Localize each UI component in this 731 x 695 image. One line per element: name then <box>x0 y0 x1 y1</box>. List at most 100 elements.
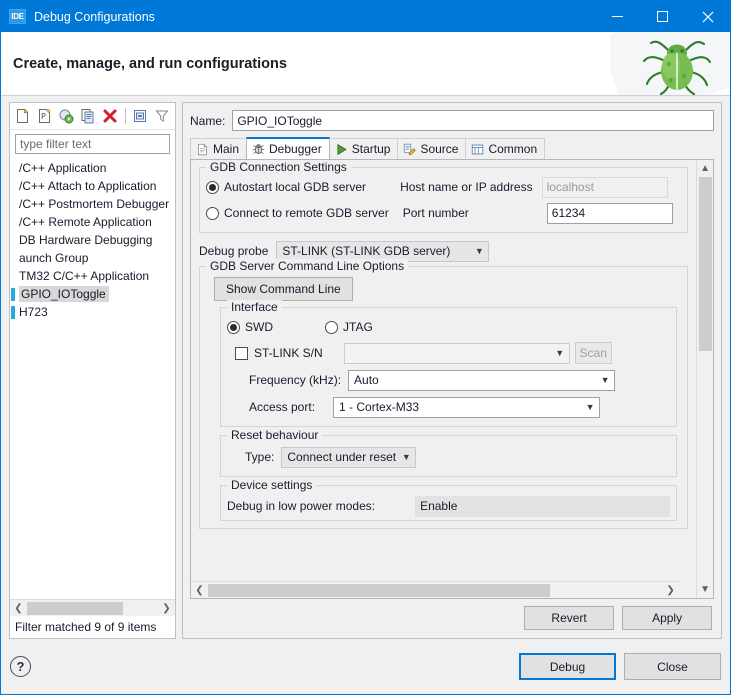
show-command-line-label: Show Command Line <box>226 282 341 296</box>
new-prototype-button[interactable]: P <box>35 106 55 127</box>
name-label: Name: <box>190 113 226 128</box>
reset-behaviour-label: Reset behaviour <box>227 428 323 442</box>
scroll-left-icon[interactable]: ❮ <box>10 600 27 617</box>
tab-main-label: Main <box>213 142 240 156</box>
filter-button[interactable] <box>152 106 172 127</box>
bug-icon <box>252 143 265 154</box>
scroll-right-icon[interactable]: ❯ <box>662 582 679 599</box>
frequency-select[interactable]: Auto ▼ <box>348 369 616 391</box>
low-power-select[interactable]: Enable <box>415 495 671 517</box>
filter-icon <box>155 110 169 122</box>
content-hscroll-track[interactable] <box>208 582 662 599</box>
svg-text:P: P <box>41 112 46 121</box>
scan-button[interactable]: Scan <box>574 342 612 364</box>
tree-item-h723[interactable]: H723 <box>10 303 175 321</box>
revert-label: Revert <box>551 611 587 625</box>
scroll-down-icon[interactable]: ▼ <box>697 581 713 598</box>
new-launch-group-button[interactable] <box>56 106 76 127</box>
tree-hscroll-track[interactable] <box>27 600 158 617</box>
new-prototype-icon: P <box>38 109 51 123</box>
content-vertical-scrollbar[interactable]: ▲ ▼ <box>696 160 714 598</box>
window-title: Debug Configurations <box>34 9 155 24</box>
scroll-up-icon[interactable]: ▲ <box>697 160 713 177</box>
autostart-local-gdb-radio[interactable] <box>206 180 219 194</box>
chevron-down-icon: ▼ <box>585 402 595 412</box>
swd-radio[interactable] <box>227 320 240 334</box>
stlink-sn-checkbox[interactable] <box>235 346 248 360</box>
tree-toolbar: P <box>10 103 175 130</box>
frequency-label: Frequency (kHz): <box>249 373 342 387</box>
toolbar-separator <box>124 108 126 124</box>
tree-item[interactable]: TM32 C/C++ Application <box>10 267 175 285</box>
tree-item[interactable]: /C++ Application <box>10 159 175 177</box>
tree-item-label: /C++ Postmortem Debugger <box>19 197 170 211</box>
content-hscroll-thumb[interactable] <box>208 583 550 597</box>
help-button[interactable]: ? <box>10 656 31 677</box>
configurations-tree[interactable]: /C++ Application /C++ Attach to Applicat… <box>10 156 175 599</box>
scroll-right-icon[interactable]: ❯ <box>158 600 175 617</box>
interface-group: Interface SWD JTAG ST-LINK S/N ▼ Scan Fr… <box>220 300 678 427</box>
swd-label: SWD <box>245 320 273 334</box>
revert-button[interactable]: Revert <box>524 606 615 630</box>
content-vscroll-track[interactable] <box>697 177 713 581</box>
scroll-left-icon[interactable]: ❮ <box>191 582 208 599</box>
reset-type-select[interactable]: Connect under reset ▼ <box>281 446 417 468</box>
access-port-select[interactable]: 1 - Cortex-M33 ▼ <box>333 396 601 418</box>
close-label: Close <box>657 659 688 674</box>
tab-source[interactable]: Source <box>397 138 467 159</box>
tree-item[interactable]: /C++ Postmortem Debugger <box>10 195 175 213</box>
debug-probe-value: ST-LINK (ST-LINK GDB server) <box>282 244 451 258</box>
scan-label: Scan <box>579 346 607 360</box>
tab-common-label: Common <box>488 142 538 156</box>
debug-button[interactable]: Debug <box>519 653 616 680</box>
bug-icon <box>642 40 712 95</box>
minimize-button[interactable] <box>595 1 640 32</box>
tab-main[interactable]: Main <box>190 138 248 159</box>
delete-button[interactable] <box>100 106 120 127</box>
filter-input[interactable]: type filter text <box>15 134 170 154</box>
close-button[interactable]: Close <box>624 653 721 680</box>
reset-behaviour-group: Reset behaviour Type: Connect under rese… <box>220 428 678 477</box>
debug-label: Debug <box>549 659 586 674</box>
tree-item-gpio-iotoggle[interactable]: GPIO_IOToggle <box>10 285 175 303</box>
collapse-all-button[interactable] <box>131 106 151 127</box>
tab-source-label: Source <box>420 142 459 156</box>
close-window-button[interactable] <box>685 1 730 32</box>
stlink-sn-select[interactable]: ▼ <box>343 342 570 364</box>
gdb-server-options-label: GDB Server Command Line Options <box>206 259 409 273</box>
tree-item[interactable]: /C++ Attach to Application <box>10 177 175 195</box>
show-command-line-button[interactable]: Show Command Line <box>214 277 353 301</box>
title-bar: IDE Debug Configurations <box>1 1 730 32</box>
tree-item[interactable]: DB Hardware Debugging <box>10 231 175 249</box>
new-launch-group-icon <box>59 109 74 124</box>
tab-startup[interactable]: Startup <box>328 138 399 159</box>
name-input[interactable]: GPIO_IOToggle <box>232 110 715 131</box>
content-vscroll-thumb[interactable] <box>698 177 712 351</box>
leaf-marker-icon <box>11 287 15 301</box>
tree-item[interactable]: /C++ Remote Application <box>10 213 175 231</box>
dialog-footer: ? Debug Close <box>1 639 730 694</box>
low-power-label: Debug in low power modes: <box>227 499 376 513</box>
port-number-input[interactable]: 61234 <box>546 202 673 224</box>
host-name-input[interactable]: localhost <box>541 176 668 198</box>
apply-button[interactable]: Apply <box>622 606 713 630</box>
interface-group-label: Interface <box>227 300 282 314</box>
gdb-connection-settings-group: GDB Connection Settings Autostart local … <box>199 160 689 233</box>
debugger-scroll-area: GDB Connection Settings Autostart local … <box>191 160 696 598</box>
jtag-radio[interactable] <box>325 320 338 334</box>
window-controls <box>595 1 730 32</box>
new-launch-configuration-button[interactable] <box>13 106 33 127</box>
tree-horizontal-scrollbar[interactable]: ❮ ❯ <box>10 599 175 616</box>
content-horizontal-scrollbar[interactable]: ❮ ❯ <box>191 581 680 599</box>
tree-hscroll-thumb[interactable] <box>27 601 123 615</box>
tree-item[interactable]: aunch Group <box>10 249 175 267</box>
tab-debugger[interactable]: Debugger <box>246 137 330 159</box>
tab-common[interactable]: Common <box>465 138 546 159</box>
maximize-button[interactable] <box>640 1 685 32</box>
autostart-local-gdb-label: Autostart local GDB server <box>224 180 367 194</box>
tab-debugger-label: Debugger <box>269 142 322 156</box>
filter-placeholder: type filter text <box>20 137 92 151</box>
revert-apply-bar: Revert Apply <box>190 599 714 632</box>
duplicate-button[interactable] <box>78 106 98 127</box>
connect-remote-gdb-radio[interactable] <box>206 206 219 220</box>
